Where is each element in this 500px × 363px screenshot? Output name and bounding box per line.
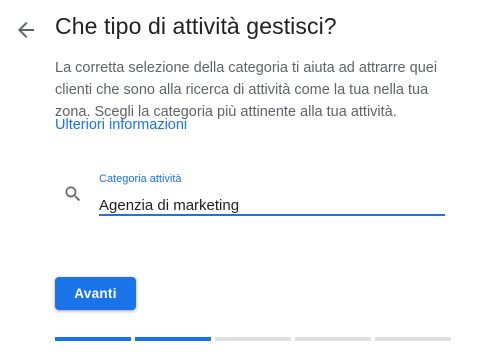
description-text: La corretta selezione della categoria ti…	[55, 60, 438, 120]
page-title: Che tipo di attività gestisci?	[55, 13, 337, 39]
step-progress-bar	[55, 337, 451, 341]
progress-segment	[55, 337, 131, 341]
category-input[interactable]	[99, 194, 445, 216]
progress-segment	[295, 337, 371, 341]
next-button[interactable]: Avanti	[55, 277, 136, 310]
progress-segment	[215, 337, 291, 341]
business-category-step: Che tipo di attività gestisci? La corret…	[0, 0, 500, 363]
more-info-link[interactable]: Ulteriori informazioni	[55, 117, 187, 133]
progress-segment	[375, 337, 451, 341]
category-field: Categoria attività	[99, 173, 445, 217]
search-icon	[65, 186, 81, 202]
back-arrow-icon[interactable]	[14, 18, 38, 42]
category-field-label: Categoria attività	[99, 173, 182, 185]
progress-segment	[135, 337, 211, 341]
category-field-underline	[99, 214, 445, 216]
